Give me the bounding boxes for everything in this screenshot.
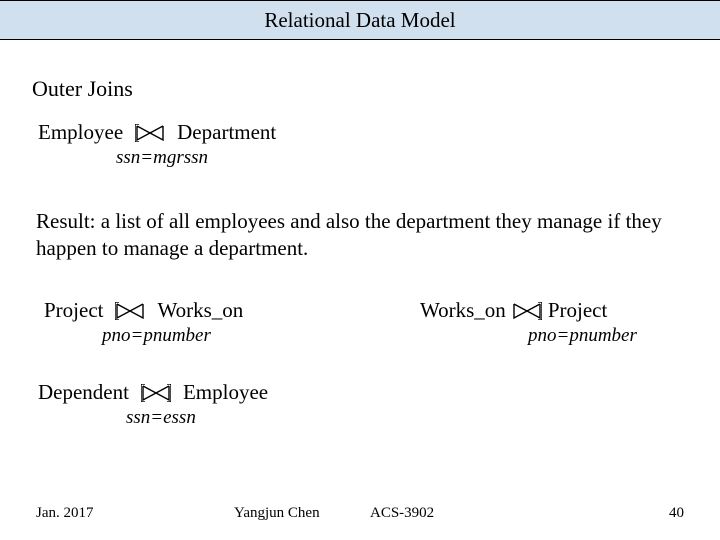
footer-page-number: 40 [669, 505, 684, 522]
join-line: Project Works_on [44, 298, 243, 323]
join-condition: ssn=mgrssn [116, 147, 208, 169]
slide-title: Relational Data Model [264, 8, 455, 33]
relation-right: Employee [183, 380, 268, 405]
slide-header: Relational Data Model [0, 0, 720, 40]
relation-right: Department [177, 120, 276, 145]
relation-left: Project [44, 298, 103, 323]
join-expression-1: Employee Department ssn=mgrssn [38, 120, 276, 169]
relation-right: Works_on [157, 298, 243, 323]
join-condition: pno=pnumber [528, 325, 637, 347]
footer-date: Jan. 2017 [36, 505, 94, 522]
footer-author: Yangjun Chen [234, 505, 320, 522]
footer-course: ACS-3902 [370, 505, 434, 522]
relation-left: Works_on [420, 298, 506, 323]
relation-right: Project [548, 298, 607, 323]
right-outer-join-icon [512, 302, 542, 320]
join-condition: ssn=essn [126, 407, 196, 429]
join-line: Dependent Employee [38, 380, 268, 405]
join-line: Employee Department [38, 120, 276, 145]
section-heading: Outer Joins [32, 76, 133, 102]
join-expression-2: Project Works_on pno=pnumber [44, 298, 243, 347]
join-expression-3: Works_on Project pno=pnumber [420, 298, 637, 347]
join-expression-4: Dependent Employee ssn=essn [38, 380, 268, 429]
join-line: Works_on Project [420, 298, 607, 323]
left-outer-join-icon [115, 302, 145, 320]
join-condition: pno=pnumber [102, 325, 211, 347]
result-description: Result: a list of all employees and also… [36, 208, 690, 263]
relation-left: Employee [38, 120, 123, 145]
left-outer-join-icon [135, 124, 165, 142]
relation-left: Dependent [38, 380, 129, 405]
full-outer-join-icon [141, 384, 171, 402]
